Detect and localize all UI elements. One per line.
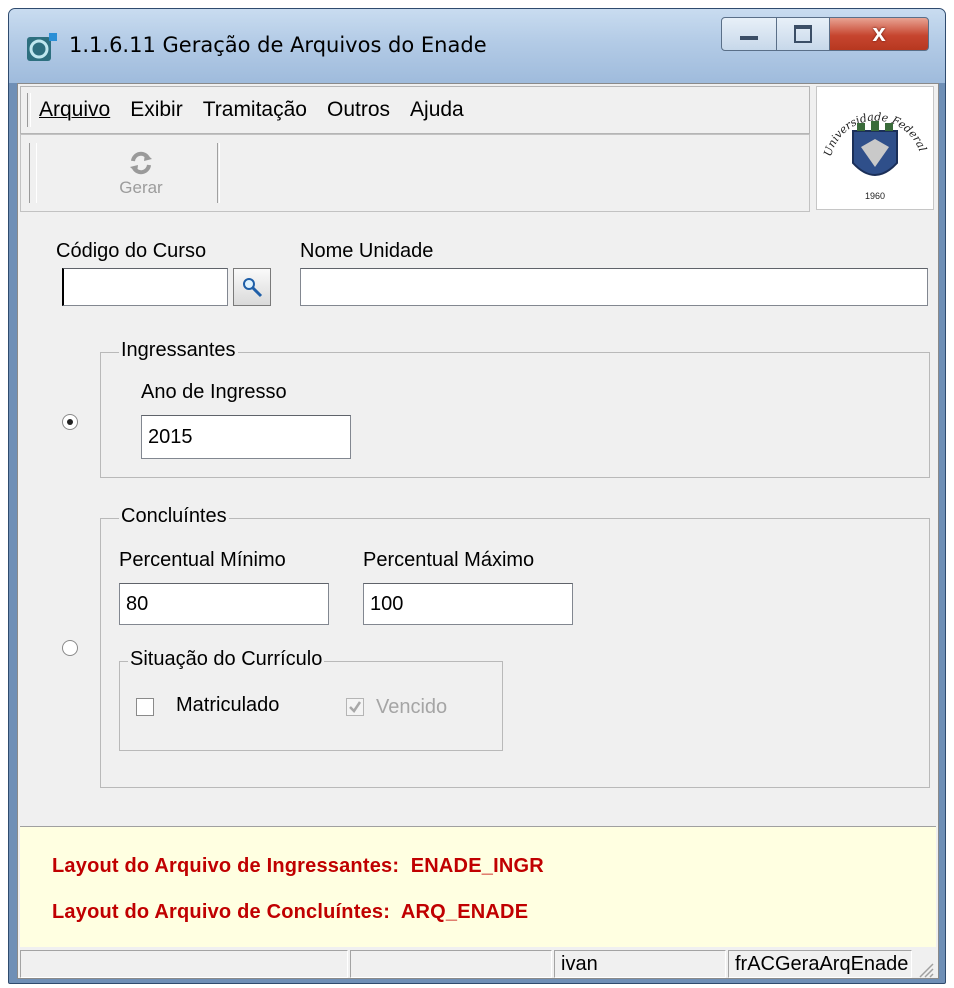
- status-form-name: frACGeraArqEnade: [728, 950, 912, 978]
- concluintes-layout-text: Layout do Arquivo de Concluíntes: ARQ_EN…: [52, 901, 529, 923]
- menu-outros[interactable]: Outros: [327, 98, 390, 122]
- status-panel-1: [20, 950, 348, 978]
- refresh-icon: [130, 151, 152, 175]
- logo-seal-icon: Universidade Federal de Santa Maria 1960: [810, 77, 930, 201]
- app-icon: [27, 33, 57, 61]
- search-button[interactable]: [233, 268, 271, 306]
- close-button[interactable]: x: [829, 17, 929, 51]
- app-window: 1.1.6.11 Geração de Arquivos do Enade x …: [8, 8, 946, 984]
- vencido-checkbox[interactable]: [346, 698, 364, 716]
- concluintes-radio[interactable]: [62, 640, 78, 656]
- menu-grip[interactable]: [27, 93, 31, 127]
- percentual-maximo-input[interactable]: 100: [363, 583, 573, 625]
- client-area: Arquivo Exibir Tramitação Outros Ajuda G…: [17, 77, 939, 980]
- window-title: 1.1.6.11 Geração de Arquivos do Enade: [69, 33, 487, 57]
- gerar-button[interactable]: Gerar: [61, 139, 221, 209]
- concluintes-group-title: Concluíntes: [119, 505, 229, 528]
- title-bar[interactable]: 1.1.6.11 Geração de Arquivos do Enade x: [9, 9, 945, 83]
- layout-info-panel: Layout do Arquivo de Ingressantes: ENADE…: [20, 826, 936, 947]
- toolbar: Gerar: [20, 134, 810, 212]
- matriculado-checkbox[interactable]: [136, 698, 154, 716]
- ingressantes-radio[interactable]: [62, 414, 78, 430]
- vencido-label: Vencido: [376, 696, 448, 718]
- ingressantes-group-title: Ingressantes: [119, 339, 238, 362]
- menu-arquivo[interactable]: Arquivo: [39, 98, 110, 122]
- status-bar: ivan frACGeraArqEnade: [18, 946, 938, 980]
- percentual-minimo-label: Percentual Mínimo: [119, 549, 286, 571]
- ingressantes-group: Ingressantes Ano de Ingresso 2015: [100, 339, 930, 478]
- codigo-curso-input[interactable]: [62, 268, 228, 306]
- percentual-minimo-input[interactable]: 80: [119, 583, 329, 625]
- minimize-button[interactable]: [721, 17, 777, 51]
- search-icon: [243, 278, 263, 298]
- maximize-icon: [794, 25, 812, 43]
- university-logo: Universidade Federal de Santa Maria 1960: [810, 77, 934, 210]
- concluintes-group: Concluíntes Percentual Mínimo Percentual…: [100, 505, 930, 788]
- minimize-icon: [740, 36, 758, 40]
- gerar-label: Gerar: [119, 178, 163, 197]
- menu-ajuda[interactable]: Ajuda: [410, 98, 464, 122]
- resize-grip-icon[interactable]: [916, 960, 934, 978]
- situacao-curriculo-title: Situação do Currículo: [128, 648, 325, 671]
- ingressantes-radio-dot: [67, 419, 73, 425]
- menu-exibir[interactable]: Exibir: [130, 98, 183, 122]
- ano-ingresso-input[interactable]: 2015: [141, 415, 351, 459]
- nome-unidade-label: Nome Unidade: [300, 240, 434, 262]
- ingressantes-layout-text: Layout do Arquivo de Ingressantes: ENADE…: [52, 855, 544, 877]
- menu-tramitacao[interactable]: Tramitação: [203, 98, 307, 122]
- toolbar-grip[interactable]: [29, 143, 37, 203]
- codigo-curso-label: Código do Curso: [56, 240, 207, 262]
- close-icon: x: [872, 20, 886, 47]
- nome-unidade-input[interactable]: [300, 268, 928, 306]
- menu-bar: Arquivo Exibir Tramitação Outros Ajuda: [20, 86, 810, 134]
- percentual-maximo-label: Percentual Máximo: [363, 549, 535, 571]
- toolbar-separator: [217, 143, 220, 203]
- maximize-button[interactable]: [776, 17, 830, 51]
- status-panel-2: [350, 950, 552, 978]
- check-icon: [349, 701, 362, 713]
- matriculado-label: Matriculado: [176, 694, 280, 716]
- situacao-curriculo-group: Situação do Currículo Matriculado Vencid…: [119, 648, 503, 751]
- logo-year: 1960: [865, 191, 885, 201]
- status-user: ivan: [554, 950, 726, 978]
- ano-ingresso-label: Ano de Ingresso: [141, 381, 287, 403]
